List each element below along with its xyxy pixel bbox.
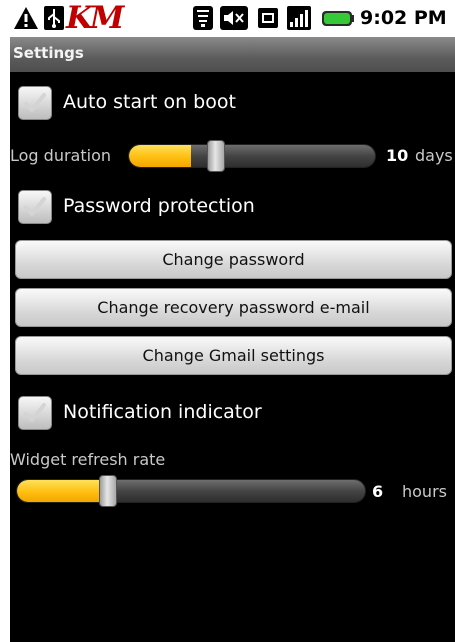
check-icon: [24, 93, 46, 112]
change-gmail-settings-button[interactable]: Change Gmail settings: [15, 336, 452, 375]
widget-refresh-slider[interactable]: [16, 479, 366, 503]
wifi-icon: [193, 6, 213, 30]
check-icon: [24, 197, 46, 216]
notification-indicator-row[interactable]: Notification indicator: [10, 394, 455, 434]
page-title: Settings: [13, 44, 84, 62]
title-bar: Settings: [10, 37, 455, 73]
widget-refresh-value: 6: [372, 482, 384, 501]
widget-refresh-label: Widget refresh rate: [10, 450, 166, 469]
widget-refresh-fill: [17, 480, 104, 502]
log-duration-value: 10: [386, 146, 409, 165]
log-duration-unit: days: [415, 146, 453, 165]
log-duration-slider[interactable]: [128, 144, 376, 168]
log-duration-label: Log duration: [10, 146, 111, 165]
check-icon: [24, 403, 46, 422]
widget-refresh-thumb[interactable]: [99, 475, 117, 507]
notification-indicator-checkbox[interactable]: [18, 396, 52, 430]
auto-start-checkbox[interactable]: [18, 86, 52, 120]
password-protection-row[interactable]: Password protection: [10, 188, 455, 228]
carrier-logo: KM: [66, 0, 124, 36]
change-recovery-email-button[interactable]: Change recovery password e-mail: [15, 288, 452, 327]
auto-start-label: Auto start on boot: [63, 91, 236, 113]
signal-icon: [287, 6, 311, 30]
mute-icon: [220, 6, 248, 30]
settings-list: Auto start on boot Log duration 10 days …: [10, 72, 455, 642]
sim-icon: [258, 8, 278, 28]
usb-icon: [44, 6, 64, 30]
password-protection-checkbox[interactable]: [18, 190, 52, 224]
change-password-button[interactable]: Change password: [15, 240, 452, 279]
status-bar: KM 9:02 PM: [0, 0, 455, 37]
log-duration-fill: [129, 145, 191, 167]
auto-start-row[interactable]: Auto start on boot: [10, 84, 455, 124]
notification-indicator-label: Notification indicator: [63, 401, 262, 423]
log-duration-thumb[interactable]: [207, 140, 225, 172]
battery-icon: [322, 11, 354, 26]
widget-refresh-unit: hours: [402, 482, 447, 501]
clock: 9:02 PM: [360, 7, 447, 29]
password-protection-label: Password protection: [63, 195, 255, 217]
warning-icon: [14, 7, 38, 29]
